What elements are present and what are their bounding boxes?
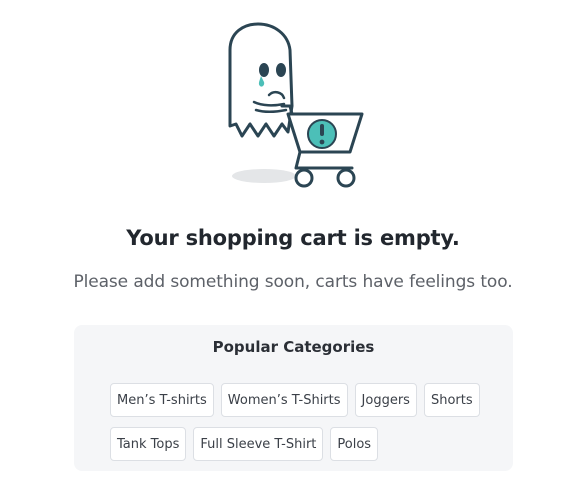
- ghost-shadow: [232, 169, 296, 183]
- category-chip-list: Men’s T-shirts Women’s T-Shirts Joggers …: [110, 383, 490, 471]
- category-chip-polos[interactable]: Polos: [330, 427, 379, 461]
- cart-wheel-right: [336, 168, 356, 188]
- alert-dot: [319, 139, 325, 145]
- empty-cart-title: Your shopping cart is empty.: [126, 226, 460, 250]
- category-chip-row: Tank Tops Full Sleeve T-Shirt Polos: [110, 427, 490, 461]
- alert-mark: [320, 124, 324, 136]
- category-chip-full-sleeve-tshirt[interactable]: Full Sleeve T-Shirt: [193, 427, 324, 461]
- category-chip-womens-tshirts[interactable]: Women’s T-Shirts: [220, 383, 348, 417]
- empty-cart-page: Your shopping cart is empty. Please add …: [0, 0, 566, 493]
- category-chip-tank-tops[interactable]: Tank Tops: [110, 427, 187, 461]
- ghost-left-eye: [259, 63, 269, 77]
- category-chip-row: Men’s T-shirts Women’s T-Shirts Joggers …: [110, 383, 490, 417]
- popular-categories-title: Popular Categories: [212, 338, 375, 356]
- category-chip-joggers[interactable]: Joggers: [354, 383, 417, 417]
- cart-wheel-left: [294, 168, 314, 188]
- empty-cart-subtitle: Please add something soon, carts have fe…: [73, 272, 513, 292]
- category-chip-shorts[interactable]: Shorts: [423, 383, 480, 417]
- category-chip-mens-tshirts[interactable]: Men’s T-shirts: [110, 383, 214, 417]
- ghost-right-eye: [276, 63, 286, 77]
- sad-ghost-cart-icon: [228, 22, 364, 188]
- popular-categories-panel: Popular Categories Men’s T-shirts Women’…: [74, 325, 513, 471]
- cart-frame: [294, 150, 354, 170]
